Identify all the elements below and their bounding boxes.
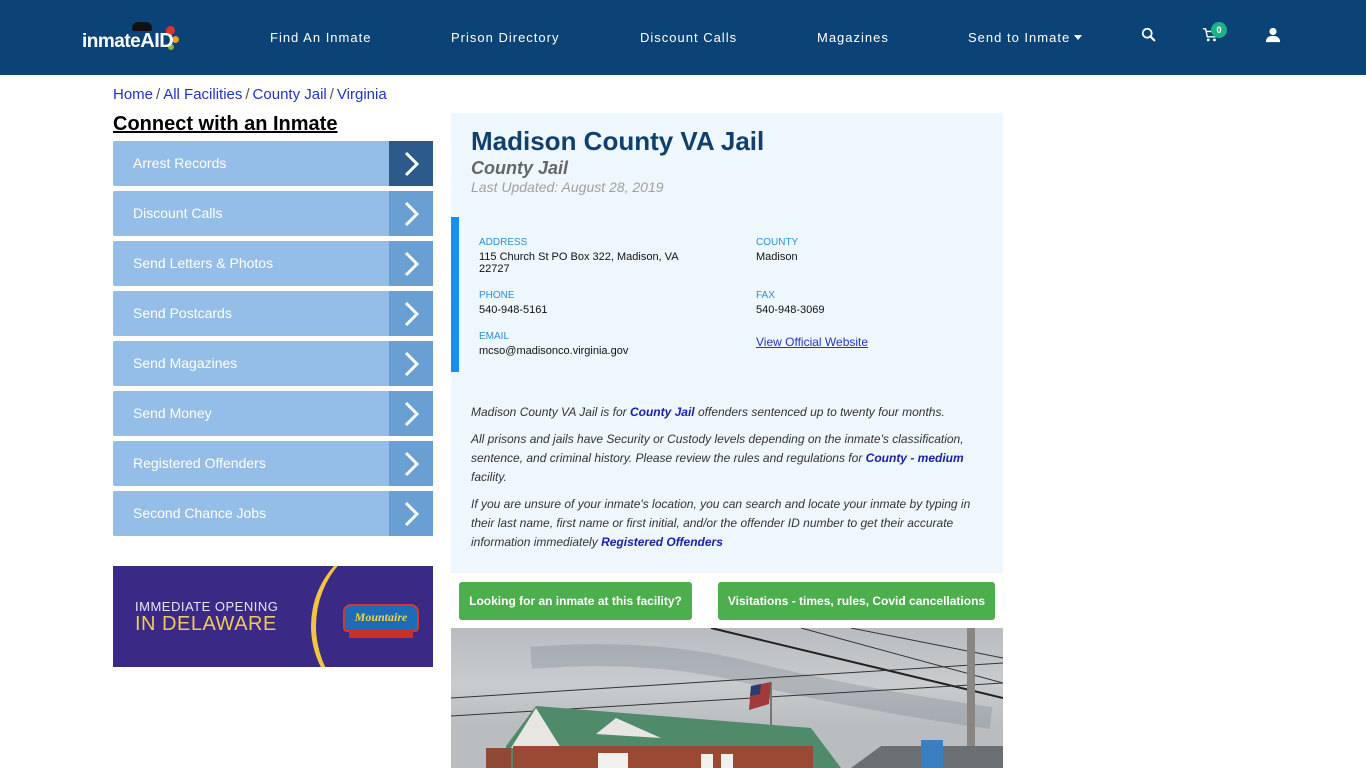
ad-brand-ribbon (349, 630, 413, 638)
email-field: EMAIL mcso@madisonco.virginia.gov (479, 331, 628, 357)
county-jail-link[interactable]: County Jail (630, 405, 695, 419)
fax-field: FAX 540-948-3069 (756, 290, 825, 316)
nav-send-to-inmate[interactable]: Send to Inmate (968, 30, 1083, 45)
sidebar-item-send-letters-photos[interactable]: Send Letters & Photos (113, 241, 433, 286)
facility-type: County Jail (471, 158, 569, 178)
breadcrumb-virginia[interactable]: Virginia (337, 86, 387, 103)
nav-prison-directory[interactable]: Prison Directory (451, 30, 559, 45)
sidebar-item-label: Send Money (133, 405, 212, 421)
fax-value: 540-948-3069 (756, 304, 825, 316)
chevron-right-icon (389, 241, 433, 286)
user-icon[interactable] (1265, 27, 1283, 45)
facility-photo (451, 628, 1003, 768)
cart-count-badge: 0 (1211, 22, 1227, 38)
description-paragraph: If you are unsure of your inmate's locat… (471, 497, 971, 549)
sidebar-item-label: Second Chance Jobs (133, 505, 267, 521)
sidebar-item-send-postcards[interactable]: Send Postcards (113, 291, 433, 336)
county-value: Madison (756, 251, 798, 263)
last-updated: Last Updated: August 28, 2019 (471, 179, 664, 195)
find-inmate-button[interactable]: Looking for an inmate at this facility? (459, 582, 692, 620)
chevron-right-icon (389, 391, 433, 436)
nav-find-an-inmate[interactable]: Find An Inmate (270, 30, 371, 45)
sidebar-item-label: Send Letters & Photos (133, 255, 274, 271)
facility-card: Madison County VA Jail County Jail Last … (451, 113, 1003, 573)
sidebar-item-registered-offenders[interactable]: Registered Offenders (113, 441, 433, 486)
sidebar-item-second-chance-jobs[interactable]: Second Chance Jobs (113, 491, 433, 536)
website-field: View Official Website (756, 333, 868, 351)
search-icon[interactable] (1141, 27, 1159, 45)
description-paragraph: Madison County VA Jail is for County Jai… (471, 405, 945, 419)
breadcrumb-separator: / (329, 86, 334, 103)
facility-title: Madison County VA Jail (471, 126, 765, 156)
caret-down-icon (1074, 35, 1083, 40)
sidebar-menu: Arrest Records Discount Calls Send Lette… (113, 141, 433, 541)
address-value: 115 Church St PO Box 322, Madison, VA 22… (479, 251, 678, 275)
nav-magazines[interactable]: Magazines (817, 30, 889, 45)
description-paragraph: All prisons and jails have Security or C… (471, 432, 964, 484)
fax-label: FAX (756, 290, 775, 301)
inmateaid-logo[interactable]: inmateAID (82, 22, 182, 54)
breadcrumb: Home / All Facilities / County Jail / Virginia (113, 86, 387, 103)
sidebar-item-send-magazines[interactable]: Send Magazines (113, 341, 433, 386)
phone-field: PHONE 540-948-5161 (479, 290, 548, 316)
top-navbar: inmateAID Find An Inmate Prison Director… (0, 0, 1366, 75)
nav-discount-calls[interactable]: Discount Calls (640, 30, 737, 45)
ad-headline: IMMEDIATE OPENING (135, 599, 279, 614)
advertisement-banner[interactable]: IMMEDIATE OPENING IN DELAWARE Mountaire (113, 566, 433, 667)
facility-photo-illustration (451, 628, 1003, 768)
ad-brand-logo: Mountaire (343, 604, 419, 632)
nav-send-to-inmate-label: Send to Inmate (968, 30, 1071, 45)
breadcrumb-county-jail[interactable]: County Jail (253, 86, 327, 103)
sidebar-item-label: Registered Offenders (133, 455, 266, 471)
visitations-button[interactable]: Visitations - times, rules, Covid cancel… (718, 582, 995, 620)
chevron-right-icon (389, 291, 433, 336)
address-field: ADDRESS 115 Church St PO Box 322, Madiso… (479, 237, 694, 275)
sidebar-item-label: Arrest Records (133, 155, 227, 171)
breadcrumb-home[interactable]: Home (113, 86, 153, 103)
chevron-right-icon (389, 441, 433, 486)
sidebar-item-label: Discount Calls (133, 205, 223, 221)
chevron-right-icon (389, 491, 433, 536)
email-value: mcso@madisonco.virginia.gov (479, 345, 629, 357)
facility-description: Madison County VA Jail is for County Jai… (471, 403, 986, 560)
ad-subheadline: IN DELAWARE (135, 613, 277, 635)
logo-text: inmateAID (82, 30, 174, 52)
breadcrumb-separator: / (156, 86, 161, 103)
registered-offenders-link[interactable]: Registered Offenders (601, 535, 723, 549)
sidebar-item-discount-calls[interactable]: Discount Calls (113, 191, 433, 236)
breadcrumb-all-facilities[interactable]: All Facilities (163, 86, 242, 103)
chevron-right-icon (389, 141, 433, 186)
county-medium-link[interactable]: County - medium (866, 451, 964, 465)
breadcrumb-separator: / (245, 86, 250, 103)
official-website-link[interactable]: View Official Website (756, 335, 868, 349)
sidebar-item-label: Send Postcards (133, 305, 232, 321)
chevron-right-icon (389, 341, 433, 386)
chevron-right-icon (389, 191, 433, 236)
facility-info-panel: ADDRESS 115 Church St PO Box 322, Madiso… (451, 217, 1003, 372)
phone-label: PHONE (479, 290, 515, 301)
email-label: EMAIL (479, 331, 510, 342)
sidebar-title: Connect with an Inmate (113, 113, 338, 135)
sidebar-item-label: Send Magazines (133, 355, 238, 371)
sidebar-item-send-money[interactable]: Send Money (113, 391, 433, 436)
county-label: COUNTY (756, 237, 799, 248)
phone-value: 540-948-5161 (479, 304, 548, 316)
sidebar-item-arrest-records[interactable]: Arrest Records (113, 141, 433, 186)
county-field: COUNTY Madison (756, 237, 798, 263)
address-label: ADDRESS (479, 237, 528, 248)
